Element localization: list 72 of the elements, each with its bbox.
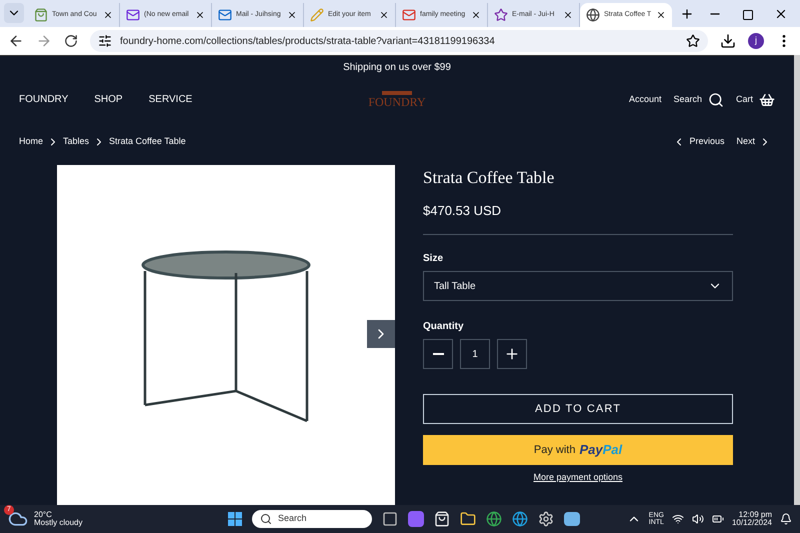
product-title: Strata Coffee Table (423, 167, 556, 189)
clock-date[interactable]: 10/12/2024 (732, 519, 772, 527)
windows-start-icon[interactable] (228, 512, 242, 526)
product-price: $470.53 USD (423, 202, 502, 220)
next-link[interactable]: Next (736, 135, 771, 149)
nav-link[interactable]: FOUNDRY (19, 92, 68, 107)
task-view-icon[interactable] (382, 511, 398, 527)
app-icon[interactable] (408, 511, 424, 527)
search-icon (260, 513, 272, 525)
minus-icon (432, 353, 444, 355)
cart-link[interactable]: Cart (736, 92, 776, 108)
envelope-icon (402, 8, 416, 22)
close-icon[interactable] (774, 7, 788, 21)
size-select[interactable]: Tall Table (423, 271, 733, 301)
restore-icon[interactable] (742, 9, 754, 21)
close-icon[interactable] (195, 10, 205, 20)
announcement-text: Shipping on us over $99 (343, 61, 451, 76)
temperature-text: 20°C (34, 511, 53, 519)
envelope-icon (126, 8, 140, 22)
address-bar[interactable]: foundry-home.com/collections/tables/products/strata-table?variant=43181199196334 (90, 30, 708, 52)
forward-icon[interactable] (36, 33, 52, 49)
url-text: foundry-home.com/collections/tables/products/strata-table?variant=43181199196334 (120, 34, 496, 48)
decrease-button[interactable] (423, 339, 453, 369)
reload-icon[interactable] (64, 34, 78, 48)
new-tab-icon[interactable] (680, 7, 694, 21)
tab-list-button[interactable] (4, 3, 24, 23)
quantity-field[interactable]: 1 (460, 339, 490, 369)
size-label: Size (423, 252, 444, 266)
clock-time[interactable]: 12:09 pm (738, 511, 772, 519)
plus-icon (504, 346, 520, 362)
shopping-bag-icon (34, 8, 48, 22)
add-to-cart-button[interactable]: ADD TO CART (423, 394, 733, 424)
bookmark-star-icon[interactable] (686, 34, 700, 48)
browser-icon[interactable] (512, 511, 528, 527)
settings-icon[interactable] (538, 511, 554, 527)
site-settings-icon[interactable] (98, 34, 112, 48)
pencil-icon (310, 8, 324, 22)
profile-avatar[interactable]: j (748, 33, 764, 49)
close-icon[interactable] (287, 10, 297, 20)
envelope-icon (218, 8, 232, 22)
close-icon[interactable] (103, 10, 113, 20)
browser-icon[interactable] (486, 511, 502, 527)
basket-icon (759, 92, 776, 108)
weather-text: Mostly cloudy (34, 519, 82, 527)
nav-link[interactable]: SHOP (94, 92, 123, 107)
speaker-icon[interactable] (692, 513, 704, 525)
battery-icon[interactable] (712, 513, 724, 525)
notification-bell-icon[interactable] (780, 513, 792, 525)
increase-button[interactable] (497, 339, 527, 369)
paypal-button[interactable]: Pay with PayPal (423, 435, 733, 465)
taskbar-search-field[interactable]: Search (252, 510, 372, 528)
star-icon (494, 8, 508, 22)
close-icon[interactable] (656, 10, 666, 20)
close-icon[interactable] (379, 10, 389, 20)
account-link[interactable]: Account (628, 92, 662, 106)
breadcrumb-link[interactable]: Tables (63, 135, 90, 149)
previous-link[interactable]: Previous (673, 135, 724, 149)
search-link[interactable]: Search (673, 92, 724, 108)
globe-icon (586, 8, 600, 22)
download-icon[interactable] (720, 33, 736, 49)
close-icon[interactable] (471, 10, 481, 20)
app-icon[interactable] (564, 512, 580, 526)
back-icon[interactable] (8, 33, 24, 49)
store-icon[interactable] (434, 511, 450, 527)
folder-icon[interactable] (460, 511, 476, 527)
close-icon[interactable] (563, 10, 573, 20)
quantity-label: Quantity (423, 320, 465, 334)
more-payment-options-link[interactable]: More payment options (533, 471, 623, 484)
search-icon (708, 92, 724, 108)
next-image-button[interactable] (367, 320, 395, 348)
breadcrumb-link[interactable]: Home (19, 135, 44, 149)
nav-link[interactable]: SERVICE (148, 92, 192, 107)
